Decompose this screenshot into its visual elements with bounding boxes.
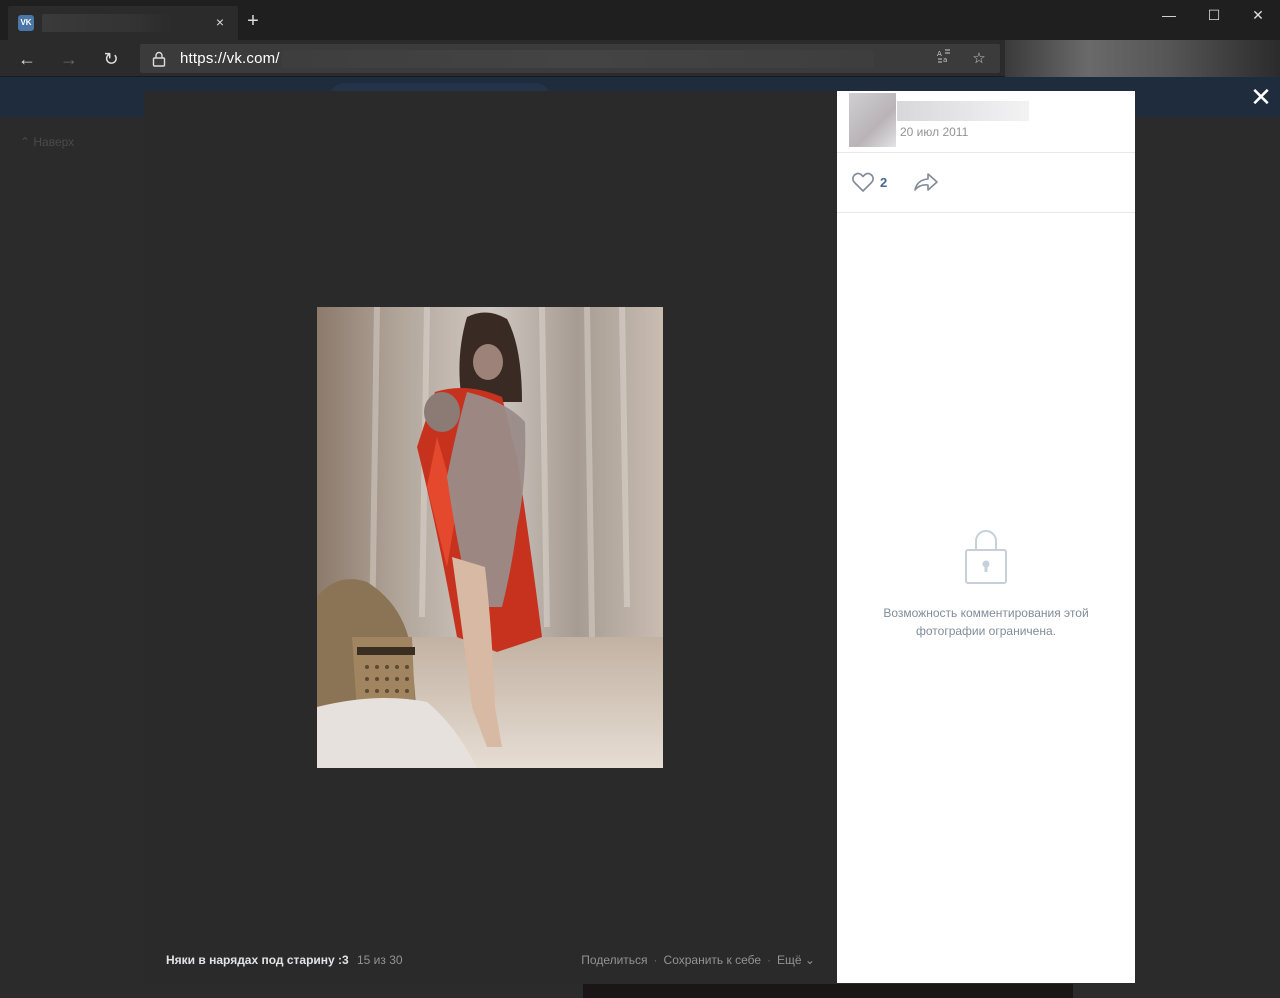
new-tab-button[interactable]: + [242, 10, 264, 32]
tab-title [42, 14, 172, 32]
scroll-up-link[interactable]: ⌃ Наверх [20, 135, 74, 149]
address-url-redacted [282, 50, 874, 68]
more-menu[interactable]: Ещё ⌄ [777, 953, 815, 967]
avatar[interactable] [849, 93, 896, 147]
forward-button[interactable]: → [56, 46, 82, 72]
comments-restricted-message: Возможность комментирования этой фотогра… [883, 606, 1089, 638]
author-header: 20 июл 2011 [837, 91, 1135, 153]
tab-close-icon[interactable]: × [210, 12, 230, 32]
heart-icon [852, 172, 874, 192]
share-link[interactable]: Поделиться [581, 953, 647, 967]
reader-view-icon[interactable]: Aa [933, 48, 955, 70]
scroll-up-label: Наверх [33, 135, 75, 149]
browser-navbar: ← → ↻ https://vk.com/ Aa ☆ [0, 40, 1005, 77]
author-name-redacted[interactable] [897, 101, 1029, 121]
lock-icon [152, 51, 166, 67]
photo-image [317, 307, 663, 768]
reload-button[interactable]: ↻ [98, 46, 124, 72]
background-post-image [583, 984, 1073, 998]
like-count: 2 [880, 175, 888, 190]
maximize-button[interactable]: ☐ [1199, 4, 1229, 26]
photo-reactions: 2 [837, 153, 1135, 213]
browser-titlebar: VK × + — ☐ ✕ [0, 0, 1280, 40]
window-close-button[interactable]: ✕ [1243, 4, 1273, 26]
photo-side-panel: 20 июл 2011 2 Возможность комментировани… [837, 91, 1135, 983]
save-link[interactable]: Сохранить к себе [664, 953, 762, 967]
address-url[interactable]: https://vk.com/ [180, 50, 280, 67]
favorite-star-icon[interactable]: ☆ [968, 48, 990, 70]
browser-tab[interactable]: VK × [8, 6, 238, 40]
address-bar[interactable]: https://vk.com/ Aa ☆ [140, 44, 1000, 73]
viewer-close-icon[interactable]: ✕ [1248, 84, 1274, 110]
album-title[interactable]: Няки в нарядах под старину :3 [166, 953, 349, 967]
share-arrow-icon [914, 173, 938, 191]
vk-favicon-icon: VK [18, 15, 34, 31]
svg-text:A: A [937, 50, 942, 58]
svg-text:a: a [943, 56, 947, 64]
minimize-button[interactable]: — [1154, 4, 1184, 26]
photo-actions: Поделиться · Сохранить к себе · Ещё ⌄ [581, 953, 815, 967]
share-button[interactable] [913, 171, 939, 195]
photo[interactable] [317, 307, 663, 768]
back-button[interactable]: ← [14, 46, 40, 72]
photo-counter: 15 из 30 [357, 953, 403, 967]
photo-date: 20 июл 2011 [900, 125, 969, 139]
photo-viewer-footer: Няки в нарядах под старину :3 15 из 30 П… [144, 945, 837, 975]
padlock-icon [965, 530, 1007, 584]
